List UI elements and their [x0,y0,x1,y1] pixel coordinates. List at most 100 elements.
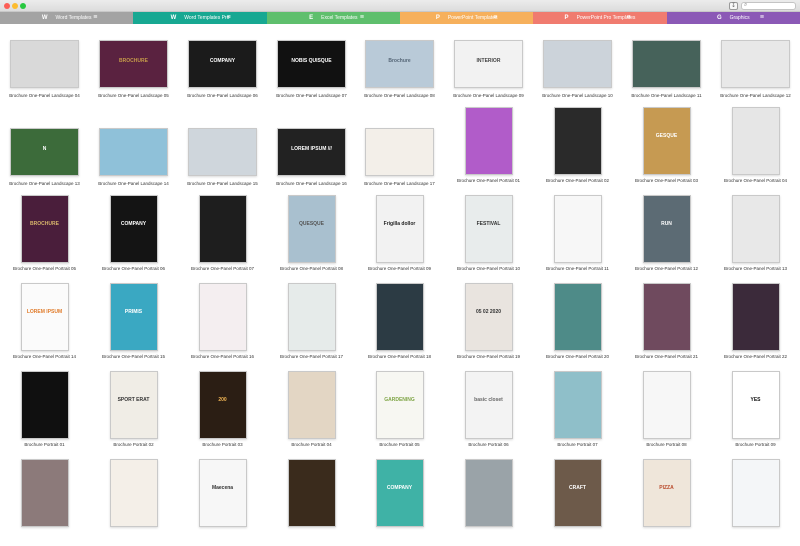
template-thumbnail[interactable]: Maecena [178,458,267,528]
template-item[interactable]: Brochure Portrait 04 [267,370,356,458]
template-item[interactable]: BROCHURE Brochure One-Panel Landscape 05 [89,38,178,126]
template-thumbnail[interactable] [355,282,444,352]
template-thumbnail[interactable] [0,370,89,440]
template-thumbnail[interactable] [267,282,356,352]
tab-excel-templates[interactable]: E Excel Templates ≡ [266,12,400,24]
template-thumbnail[interactable]: CRAFT [533,458,622,528]
template-thumbnail[interactable] [444,458,533,528]
template-thumbnail[interactable] [89,126,178,178]
template-thumbnail[interactable] [267,370,356,440]
template-item[interactable]: SPORT ERAT Brochure Portrait 02 [89,370,178,458]
template-item[interactable]: Brochure Portrait 01 [0,370,89,458]
template-thumbnail[interactable] [89,458,178,528]
template-thumbnail[interactable] [267,458,356,528]
template-thumbnail[interactable]: COMPANY [89,194,178,264]
template-thumbnail[interactable] [533,194,622,264]
template-thumbnail[interactable] [0,38,89,90]
template-thumbnail[interactable]: GESQUE [622,106,711,176]
template-item[interactable]: RUN Brochure One-Panel Portrait 12 [622,194,711,282]
template-thumbnail[interactable] [355,126,444,178]
close-window-button[interactable] [4,3,10,9]
search-field[interactable]: ⌕ [741,2,796,10]
template-thumbnail[interactable]: FESTIVAL [444,194,533,264]
template-item[interactable]: FESTIVAL Brochure One-Panel Portrait 10 [444,194,533,282]
minimize-window-button[interactable] [12,3,18,9]
hamburger-menu-icon[interactable]: ≡ [627,14,631,21]
template-item[interactable] [0,458,89,546]
template-thumbnail[interactable] [711,282,800,352]
tab-powerpoint-templates[interactable]: P PowerPoint Templates ≡ [399,12,534,24]
template-thumbnail[interactable] [533,38,622,90]
template-thumbnail[interactable]: BROCHURE [89,38,178,90]
template-thumbnail[interactable]: QUESQUE [267,194,356,264]
template-item[interactable]: Brochure One-Panel Portrait 16 [178,282,267,370]
template-item[interactable]: Brochure Portrait 08 [622,370,711,458]
template-thumbnail[interactable]: COMPANY [355,458,444,528]
hamburger-menu-icon[interactable]: ≡ [493,14,497,21]
template-item[interactable]: BROCHURE Brochure One-Panel Portrait 05 [0,194,89,282]
template-thumbnail[interactable]: LOREM IPSUM [0,282,89,352]
hamburger-menu-icon[interactable]: ≡ [360,14,364,21]
template-thumbnail[interactable] [533,370,622,440]
template-item[interactable]: Brochure One-Panel Landscape 04 [0,38,89,126]
template-item[interactable]: COMPANY Brochure One-Panel Landscape 06 [178,38,267,126]
template-thumbnail[interactable] [622,282,711,352]
template-item[interactable]: QUESQUE Brochure One-Panel Portrait 08 [267,194,356,282]
template-item[interactable]: Maecena [178,458,267,546]
tab-word-templates-pro[interactable]: W Word Templates Pro ≡ [133,12,267,24]
template-thumbnail[interactable]: PRIMIS [89,282,178,352]
template-item[interactable]: Brochure One-Panel Portrait 21 [622,282,711,370]
template-item[interactable]: Brochure One-Panel Portrait 07 [178,194,267,282]
template-item[interactable]: LOREM IPSUM Brochure One-Panel Portrait 1… [0,282,89,370]
template-thumbnail[interactable]: YES [711,370,800,440]
template-thumbnail[interactable]: Frigilla dollor [355,194,444,264]
search-input[interactable] [750,3,794,9]
template-item[interactable]: YES Brochure Portrait 09 [711,370,800,458]
template-thumbnail[interactable]: 05 02 2020 [444,282,533,352]
template-item[interactable]: basic closet Brochure Portrait 06 [444,370,533,458]
template-item[interactable]: Brochure One-Panel Portrait 02 [533,106,622,194]
template-item[interactable] [89,458,178,546]
tab-word-templates[interactable]: W Word Templates ≡ [0,12,134,24]
template-item[interactable]: Brochure One-Panel Portrait 04 [711,106,800,194]
template-thumbnail[interactable] [0,458,89,528]
template-item[interactable]: PRIMIS Brochure One-Panel Portrait 15 [89,282,178,370]
template-thumbnail[interactable] [622,38,711,90]
template-thumbnail[interactable] [178,194,267,264]
template-thumbnail[interactable]: RUN [622,194,711,264]
hamburger-menu-icon[interactable]: ≡ [93,14,97,21]
template-thumbnail[interactable] [178,126,267,178]
template-thumbnail[interactable] [711,194,800,264]
template-thumbnail[interactable]: SPORT ERAT [89,370,178,440]
template-thumbnail[interactable] [622,370,711,440]
template-item[interactable]: Brochure Portrait 07 [533,370,622,458]
share-icon[interactable]: ↧ [729,2,738,10]
template-thumbnail[interactable] [711,38,800,90]
template-item[interactable]: Brochure One-Panel Portrait 11 [533,194,622,282]
template-item[interactable]: Brochure One-Panel Portrait 20 [533,282,622,370]
template-item[interactable]: COMPANY Brochure One-Panel Portrait 06 [89,194,178,282]
template-item[interactable]: NOBIS QUISQUE Brochure One-Panel Landscap… [267,38,356,126]
template-thumbnail[interactable] [533,282,622,352]
tab-powerpoint-pro-templates[interactable]: P PowerPoint Pro Templates ≡ [533,12,667,24]
template-item[interactable]: GESQUE Brochure One-Panel Portrait 03 [622,106,711,194]
template-thumbnail[interactable]: Brochure [355,38,444,90]
template-item[interactable]: Brochure One-Panel Portrait 01 [444,106,533,194]
template-item[interactable]: Brochure Brochure One-Panel Landscape 08 [355,38,444,126]
template-item[interactable]: GARDENING Brochure Portrait 05 [355,370,444,458]
template-item[interactable] [444,458,533,546]
template-item[interactable]: Brochure One-Panel Portrait 22 [711,282,800,370]
hamburger-menu-icon[interactable]: ≡ [227,14,231,21]
template-item[interactable] [267,458,356,546]
hamburger-menu-icon[interactable]: ≡ [760,14,764,21]
template-thumbnail[interactable]: GARDENING [355,370,444,440]
template-item[interactable]: COMPANY [355,458,444,546]
zoom-window-button[interactable] [20,3,26,9]
template-item[interactable]: PIZZA [622,458,711,546]
template-item[interactable]: Brochure One-Panel Portrait 13 [711,194,800,282]
tab-graphics[interactable]: G Graphics ≡ [666,12,800,24]
template-item[interactable]: Frigilla dollor Brochure One-Panel Portra… [355,194,444,282]
template-thumbnail[interactable]: BROCHURE [0,194,89,264]
template-thumbnail[interactable] [444,106,533,176]
template-thumbnail[interactable]: LOREM IPSUM /// [267,126,356,178]
